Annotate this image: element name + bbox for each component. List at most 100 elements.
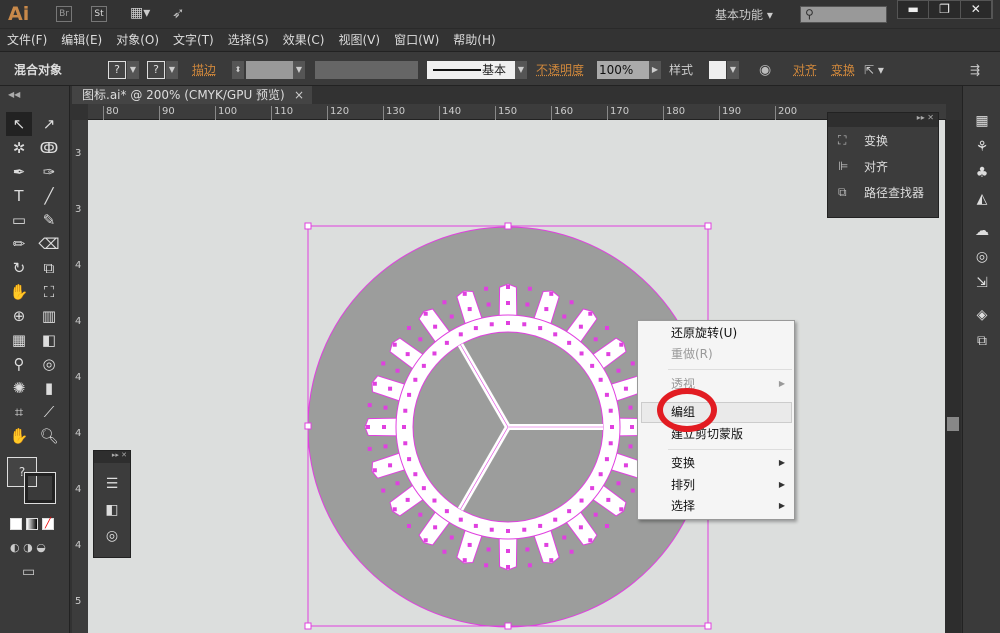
menu-item-redo[interactable]: 重做(R) — [671, 344, 791, 364]
horizontal-ruler[interactable]: 80 90 100 110 120 130 140 150 160 170 180 190 200 — [88, 104, 946, 120]
gradient-mode-button[interactable] — [26, 518, 38, 530]
layers-panel-icon[interactable]: ◈ — [963, 302, 1000, 328]
eraser-tool-icon[interactable]: ⌫ — [36, 232, 62, 256]
align-link[interactable]: 对齐 — [793, 61, 817, 79]
close-tab-icon[interactable]: × — [294, 86, 304, 104]
stroke-panel-icon[interactable]: ☰ — [94, 471, 130, 497]
menu-effect[interactable]: 效果(C) — [276, 29, 332, 50]
menu-item-transform[interactable]: 变换 ▶ — [671, 453, 791, 473]
graphic-styles-panel-icon[interactable]: ◭ — [963, 186, 1000, 212]
menu-object[interactable]: 对象(O) — [109, 29, 166, 50]
artboard-canvas[interactable] — [88, 120, 945, 633]
brushes-panel-icon[interactable]: ⚘ — [963, 134, 1000, 160]
fill-dropdown[interactable]: ▼ — [127, 61, 139, 79]
arrange-documents-icon[interactable]: ▦▾ — [130, 5, 150, 21]
rocket-icon[interactable]: ➶ — [172, 4, 185, 22]
transparency-panel-icon[interactable]: ◎ — [94, 523, 130, 549]
rectangle-tool-icon[interactable]: ▭ — [6, 208, 32, 232]
workspace-switcher[interactable]: 基本功能 ▾ — [715, 6, 773, 23]
pen-tool-icon[interactable]: ✒ — [6, 160, 32, 184]
pathfinder-panel-item[interactable]: ⧉ 路径查找器 — [828, 179, 938, 205]
pencil-tool-icon[interactable]: ✏ — [6, 232, 32, 256]
color-mode-button[interactable] — [10, 518, 22, 530]
transform-panel-item[interactable]: ⛶ 变换 — [828, 127, 938, 153]
panel-menu-icon[interactable]: ⇶ — [970, 61, 980, 79]
hand-tool-icon[interactable]: ✋ — [6, 424, 32, 448]
shape-builder-tool-icon[interactable]: ⊕ — [6, 304, 32, 328]
rotate-tool-icon[interactable]: ↻ — [6, 256, 32, 280]
recolor-icon[interactable]: ◉ — [759, 61, 771, 79]
panel-header[interactable]: ▸▸ ✕ — [828, 113, 938, 127]
mesh-tool-icon[interactable]: ▦ — [6, 328, 32, 352]
menu-select[interactable]: 选择(S) — [221, 29, 276, 50]
draw-modes-icon[interactable]: ◐ ◑ ◒ — [10, 541, 46, 554]
warp-tool-icon[interactable]: ✋ — [6, 280, 32, 304]
gradient-panel-icon[interactable]: ◧ — [94, 497, 130, 523]
magic-wand-tool-icon[interactable]: ✲ — [6, 136, 32, 160]
lasso-tool-icon[interactable]: ↂ — [36, 136, 62, 160]
menu-window[interactable]: 窗口(W) — [387, 29, 446, 50]
graphic-style-swatch[interactable] — [709, 61, 726, 79]
type-tool-icon[interactable]: T — [6, 184, 32, 208]
menu-item-arrange[interactable]: 排列 ▶ — [671, 475, 791, 495]
restore-button[interactable]: ❐ — [929, 1, 961, 18]
selection-tool-icon[interactable]: ↖ — [6, 112, 32, 136]
artboard-tool-icon[interactable]: ⌗ — [6, 400, 32, 424]
opacity-label[interactable]: 不透明度 — [536, 61, 584, 79]
screen-mode-icon[interactable]: ▭ — [22, 564, 35, 580]
opacity-input[interactable]: 100% — [597, 61, 649, 79]
gradient-tool-icon[interactable]: ◧ — [36, 328, 62, 352]
transform-link[interactable]: 变换 — [831, 61, 855, 79]
minimize-button[interactable]: ▬ — [898, 1, 930, 18]
stroke-dropdown[interactable]: ▼ — [166, 61, 178, 79]
search-input[interactable]: ⚲ — [800, 6, 887, 23]
cc-libraries-panel-icon[interactable]: ☁ — [963, 218, 1000, 244]
collapse-icon[interactable]: ◀◀ — [8, 90, 20, 99]
blend-tool-icon[interactable]: ◎ — [36, 352, 62, 376]
document-tab[interactable]: 图标.ai* @ 200% (CMYK/GPU 预览) × — [72, 86, 312, 104]
line-tool-icon[interactable]: ╱ — [36, 184, 62, 208]
export-panel-icon[interactable]: ⇲ — [963, 270, 1000, 296]
stroke-swatch[interactable]: ? — [147, 61, 165, 79]
menu-help[interactable]: 帮助(H) — [446, 29, 502, 50]
menu-edit[interactable]: 编辑(E) — [54, 29, 109, 50]
artwork[interactable] — [88, 120, 945, 633]
direct-selection-tool-icon[interactable]: ↗ — [36, 112, 62, 136]
vertical-ruler[interactable]: 3 3 4 4 4 4 4 4 5 — [72, 120, 88, 633]
bridge-icon[interactable]: Br — [56, 6, 72, 22]
isolate-icon[interactable]: ⇱ ▾ — [864, 61, 884, 79]
eyedropper-tool-icon[interactable]: ⚲ — [6, 352, 32, 376]
symbol-sprayer-tool-icon[interactable]: ✺ — [6, 376, 32, 400]
stock-icon[interactable]: St — [91, 6, 107, 22]
close-button[interactable]: ✕ — [961, 1, 992, 18]
appearance-panel-icon[interactable]: ◎ — [963, 244, 1000, 270]
curvature-tool-icon[interactable]: ✑ — [36, 160, 62, 184]
scrollbar-thumb[interactable] — [947, 417, 959, 431]
menu-type[interactable]: 文字(T) — [166, 29, 221, 50]
stroke-weight-input[interactable] — [246, 61, 293, 79]
scale-tool-icon[interactable]: ⧉ — [36, 256, 62, 280]
menu-file[interactable]: 文件(F) — [0, 29, 54, 50]
brush-dropdown[interactable]: ▼ — [515, 61, 527, 79]
align-panel-item[interactable]: ⊫ 对齐 — [828, 153, 938, 179]
free-transform-tool-icon[interactable]: ⛶ — [36, 280, 62, 304]
vertical-scrollbar[interactable] — [945, 120, 961, 633]
stroke-weight-dropdown[interactable]: ▼ — [293, 61, 305, 79]
paintbrush-tool-icon[interactable]: ✎ — [36, 208, 62, 232]
graph-tool-icon[interactable]: ▮ — [36, 376, 62, 400]
menu-item-select[interactable]: 选择 ▶ — [671, 496, 791, 516]
artboards-panel-icon[interactable]: ⧉ — [963, 328, 1000, 354]
none-mode-button[interactable]: ╱ — [42, 518, 54, 530]
opacity-slider-button[interactable]: ▶ — [649, 61, 661, 79]
stroke-color-swatch[interactable] — [24, 472, 56, 504]
panel-header[interactable]: ▸▸ ✕ — [94, 451, 130, 463]
slice-tool-icon[interactable]: ⟋ — [36, 400, 62, 424]
swatches-panel-icon[interactable]: ▦ — [963, 108, 1000, 134]
menu-item-undo-rotate[interactable]: 还原旋转(U) — [671, 323, 791, 343]
perspective-grid-tool-icon[interactable]: ▥ — [36, 304, 62, 328]
stroke-weight-stepper[interactable]: ⬍ — [232, 61, 244, 79]
stroke-label[interactable]: 描边 — [192, 61, 216, 79]
fill-swatch[interactable]: ? — [108, 61, 126, 79]
style-dropdown[interactable]: ▼ — [727, 61, 739, 79]
symbols-panel-icon[interactable]: ♣ — [963, 160, 1000, 186]
